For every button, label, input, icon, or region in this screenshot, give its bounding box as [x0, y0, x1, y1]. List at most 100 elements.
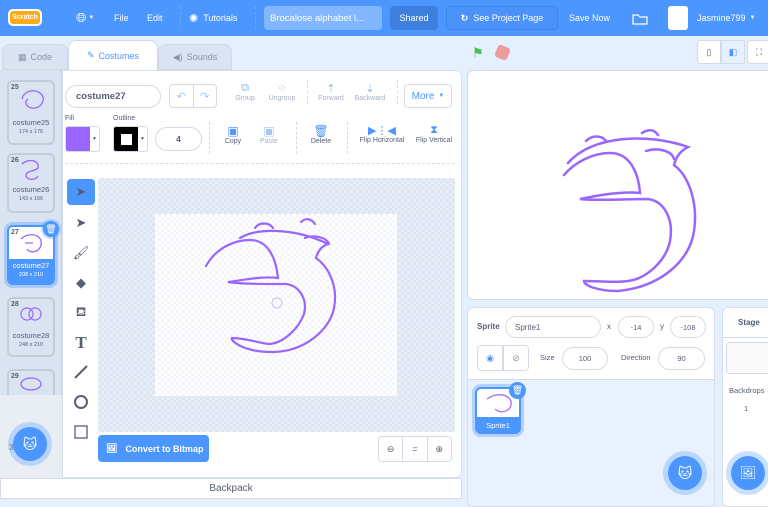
backward-button[interactable]: ⇣ Backward	[351, 82, 389, 102]
rectangle-tool[interactable]	[67, 420, 95, 446]
reshape-tool[interactable]: ➤	[67, 210, 95, 236]
costume-name: costume28	[12, 331, 50, 340]
tab-costumes[interactable]: ✎ Costumes	[68, 40, 158, 70]
see-project-page-label: See Project Page	[473, 13, 544, 23]
remix-icon: ↻	[460, 12, 469, 23]
brush-tool[interactable]: 🖌︎	[67, 240, 95, 266]
costume-tile[interactable]: 26 costume26 143 x 166	[7, 153, 55, 213]
ungroup-button[interactable]: ⁘ Ungroup	[264, 82, 300, 102]
cat-plus-icon: 🐱︎	[22, 435, 38, 452]
trash-icon: 🗑︎	[45, 223, 57, 234]
costume-drawing	[204, 218, 337, 354]
costume-size: 174 x 176	[18, 129, 44, 135]
chevron-down-icon: ▼	[140, 136, 145, 142]
scratch-logo[interactable]: Scratch	[8, 9, 42, 26]
shared-button[interactable]: Shared	[390, 6, 438, 30]
copy-label: Copy	[224, 138, 242, 145]
choose-backdrop-button[interactable]: 🖼︎	[731, 456, 765, 490]
green-flag-icon[interactable]: ⚑	[472, 45, 484, 61]
eraser-icon: ◆	[76, 275, 86, 290]
select-tool[interactable]: ➤	[67, 179, 95, 205]
costume-tile[interactable]: 25 costume25 174 x 176	[7, 80, 55, 145]
flip-horizontal-button[interactable]: ▶⋮◀ Flip Horizontal	[356, 124, 408, 144]
fill-color-picker[interactable]: ▼	[65, 126, 100, 152]
tab-code[interactable]: ▦ Code	[2, 44, 68, 70]
delete-costume-button[interactable]: 🗑︎	[43, 221, 59, 237]
sprite-tile-name: Sprite1	[486, 421, 510, 430]
language-menu[interactable]: 🌐︎ ▼	[76, 0, 94, 36]
direction-label: Direction	[621, 353, 651, 362]
more-button[interactable]: More ▼	[404, 84, 452, 108]
delete-sprite-button[interactable]: 🗑︎	[509, 382, 526, 399]
costume-tile[interactable]: 28 costume28 248 x 210	[7, 297, 55, 357]
my-stuff-folder-icon[interactable]	[632, 0, 648, 36]
edit-menu[interactable]: Edit	[147, 0, 163, 36]
choose-sprite-button[interactable]: 🐱︎	[668, 456, 702, 490]
stage[interactable]	[467, 70, 768, 300]
costume-drawing-area[interactable]	[155, 214, 397, 396]
circle-tool[interactable]	[67, 390, 95, 416]
fill-label: Fill	[65, 115, 74, 122]
tutorials-button[interactable]: ✺ Tutorials	[189, 0, 237, 36]
convert-label: Convert to Bitmap	[125, 443, 204, 454]
circle-icon	[73, 394, 89, 412]
undo-button[interactable]: ↶	[170, 85, 194, 107]
eye-icon: ◉	[486, 352, 494, 363]
group-button[interactable]: ⧉ Group	[230, 82, 260, 102]
chevron-down-icon: ▼	[749, 15, 756, 21]
size-input[interactable]: 100	[562, 347, 608, 370]
zoom-in-button[interactable]: ⊕	[428, 437, 451, 461]
eraser-tool[interactable]: ◆	[67, 270, 95, 296]
fill-tool[interactable]: ⛾	[67, 300, 95, 326]
delete-button[interactable]: 🗑︎ Delete	[306, 124, 336, 145]
costume-name: costume26	[12, 185, 50, 194]
tab-sounds[interactable]: ◀) Sounds	[158, 44, 232, 70]
choose-costume-button[interactable]: 🐱︎	[13, 427, 47, 461]
zoom-in-icon: ⊕	[435, 443, 444, 454]
direction-input[interactable]: 90	[658, 347, 705, 370]
forward-button[interactable]: ⇡ Forward	[313, 82, 349, 102]
show-sprite-button[interactable]: ◉	[477, 345, 503, 371]
redo-button[interactable]: ↷	[194, 85, 217, 107]
see-project-page-button[interactable]: ↻ See Project Page	[446, 6, 558, 30]
ungroup-label: Ungroup	[268, 95, 296, 102]
costume-tile[interactable]: 29	[7, 369, 55, 395]
line-tool[interactable]	[67, 360, 95, 386]
trash-icon: 🗑︎	[313, 124, 329, 138]
save-now-button[interactable]: Save Now	[569, 0, 610, 36]
project-title-input[interactable]: Brocalose alphabet l...	[264, 6, 382, 30]
hide-sprite-button[interactable]: ⊘	[503, 345, 529, 371]
account-menu[interactable]: Jasmine799 ▼	[697, 0, 755, 36]
costume-number: 27	[11, 229, 19, 236]
paste-icon: ▣	[263, 124, 275, 138]
sprite-label: Sprite	[477, 322, 500, 331]
convert-to-bitmap-button[interactable]: 🖼︎ Convert to Bitmap	[98, 435, 209, 462]
sprite-name-input[interactable]: Sprite1	[505, 316, 601, 338]
paste-button[interactable]: ▣ Paste	[255, 124, 283, 145]
x-label: x	[607, 322, 611, 331]
zoom-reset-button[interactable]: =	[403, 437, 428, 461]
text-tool[interactable]: T	[67, 330, 95, 356]
normal-stage-button[interactable]: ◧	[721, 40, 745, 64]
small-stage-button[interactable]: ▯	[697, 40, 721, 64]
file-menu[interactable]: File	[114, 0, 129, 36]
costume-name-input[interactable]: costume27	[65, 85, 161, 108]
delete-label: Delete	[310, 138, 332, 145]
costume-name: costume27	[12, 261, 50, 270]
chevron-down-icon: ▼	[88, 15, 95, 21]
flip-vertical-button[interactable]: ⧗ Flip Vertical	[412, 124, 456, 144]
zoom-out-button[interactable]: ⊖	[379, 437, 404, 461]
more-label: More	[411, 90, 435, 102]
outline-width-input[interactable]: 4	[155, 127, 202, 151]
image-icon: 🖼︎	[106, 443, 118, 453]
x-input[interactable]: -14	[618, 316, 654, 338]
backpack[interactable]: Backpack	[0, 478, 462, 499]
username: Jasmine799	[697, 13, 746, 23]
avatar[interactable]	[668, 6, 688, 30]
stage-title: Stage	[723, 308, 768, 338]
y-input[interactable]: -108	[670, 316, 706, 338]
outline-color-picker[interactable]: ▼	[113, 126, 148, 152]
stop-icon[interactable]	[494, 44, 511, 61]
copy-button[interactable]: ▣ Copy	[220, 124, 246, 145]
fullscreen-button[interactable]: ⛶	[747, 40, 768, 64]
